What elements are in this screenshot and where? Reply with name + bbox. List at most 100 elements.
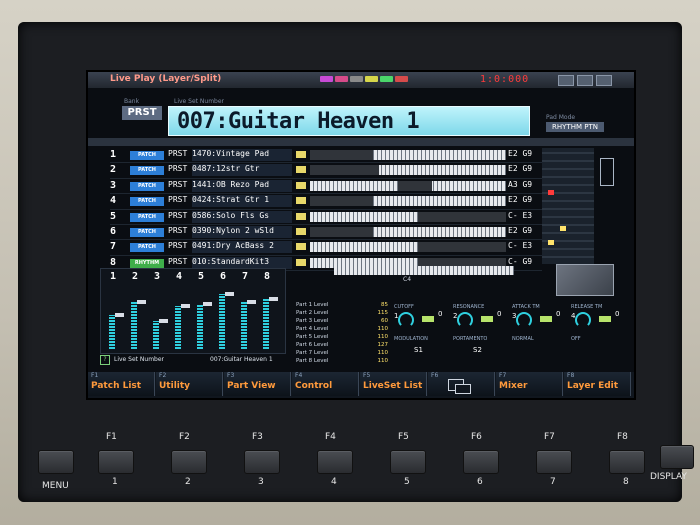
part-key-range[interactable] [310, 196, 506, 207]
fader-knob[interactable] [225, 292, 234, 296]
hardware-button-6[interactable] [463, 450, 499, 474]
part-row[interactable]: 3 PATCH PRST 1441:OB Rezo Pad A3 G9 [110, 179, 542, 195]
function-key-f2[interactable]: F2 Utility [156, 372, 223, 396]
mixer-channel[interactable]: 8 [259, 271, 279, 351]
part-name[interactable]: 0491:Dry AcBass 2 [192, 241, 292, 254]
part-row[interactable]: 1 PATCH PRST 1470:Vintage Pad E2 G9 [110, 148, 542, 164]
control-option[interactable]: PORTAMENTO S2 [453, 336, 509, 364]
control-option[interactable]: OFF [571, 336, 627, 364]
control-knob[interactable]: CUTOFF 1 0 [394, 304, 450, 332]
display-button[interactable] [660, 445, 694, 469]
part-row[interactable]: 2 PATCH PRST 0487:12str Gtr E2 G9 [110, 163, 542, 179]
mixer-channel[interactable]: 1 [105, 271, 125, 351]
part-row[interactable]: 4 PATCH PRST 0424:Strat Gtr 1 E2 G9 [110, 194, 542, 210]
hardware-button-7[interactable] [536, 450, 572, 474]
part-type-badge[interactable]: PATCH [130, 227, 164, 237]
part-name[interactable]: 0424:Strat Gtr 1 [192, 195, 292, 208]
window-icon[interactable] [558, 75, 574, 86]
part-name[interactable]: 010:StandardKit3 [192, 256, 292, 269]
mixer-channel[interactable]: 6 [215, 271, 235, 351]
hardware-button-8[interactable] [609, 450, 645, 474]
part-switch[interactable] [296, 243, 306, 251]
part-switch[interactable] [296, 258, 306, 266]
part-type-badge[interactable]: PATCH [130, 197, 164, 207]
part-key-range[interactable] [310, 226, 506, 237]
part-key-range[interactable] [310, 242, 506, 253]
mixer-channel[interactable]: 5 [193, 271, 213, 351]
function-key-f7[interactable]: F7 Mixer [496, 372, 563, 396]
hardware-button-4[interactable] [317, 450, 353, 474]
level-row[interactable]: Part 6 Level 127 [294, 342, 390, 350]
part-name[interactable]: 0487:12str Gtr [192, 164, 292, 177]
pad-mode-value[interactable]: RHYTHM PTN [546, 122, 604, 132]
part-switch[interactable] [296, 151, 306, 158]
help-icon[interactable]: ? [100, 355, 110, 365]
level-row[interactable]: Part 4 Level 110 [294, 326, 390, 334]
level-row[interactable]: Part 2 Level 115 [294, 310, 390, 318]
control-option[interactable]: MODULATION S1 [394, 336, 450, 364]
part-key-range[interactable] [310, 150, 506, 160]
part-name[interactable]: 1470:Vintage Pad [192, 149, 292, 161]
knob-dial-icon[interactable] [516, 312, 532, 328]
part-switch[interactable] [296, 227, 306, 235]
fader-knob[interactable] [247, 300, 256, 304]
fader-knob[interactable] [115, 313, 124, 317]
part-switch[interactable] [296, 212, 306, 220]
level-row[interactable]: Part 1 Level 85 [294, 302, 390, 310]
mixer-channel[interactable]: 2 [127, 271, 147, 351]
function-key-f8[interactable]: F8 Layer Edit [564, 372, 631, 396]
level-row[interactable]: Part 5 Level 110 [294, 334, 390, 342]
part-name[interactable]: 0586:Solo Fls Gs [192, 210, 292, 223]
function-key-f4[interactable]: F4 Control [292, 372, 359, 396]
function-key-f6[interactable]: F6 [428, 372, 495, 396]
window-icon[interactable] [596, 75, 612, 86]
part-switch[interactable] [296, 197, 306, 205]
menu-button[interactable] [38, 450, 74, 474]
part-type-badge[interactable]: PATCH [130, 181, 164, 191]
control-knob[interactable]: RESONANCE 2 0 [453, 304, 509, 332]
hardware-button-1[interactable] [98, 450, 134, 474]
mixer-channel[interactable]: 7 [237, 271, 257, 351]
control-option[interactable]: NORMAL [512, 336, 568, 364]
knob-dial-icon[interactable] [457, 312, 473, 328]
part-type-badge[interactable]: RHYTHM [130, 258, 164, 268]
part-switch[interactable] [296, 181, 306, 189]
part-row[interactable]: 7 PATCH PRST 0491:Dry AcBass 2 C- E3 [110, 240, 542, 256]
fader-knob[interactable] [181, 304, 190, 308]
part-type-badge[interactable]: PATCH [130, 243, 164, 253]
fader-knob[interactable] [203, 302, 212, 306]
part-row[interactable]: 5 PATCH PRST 0586:Solo Fls Gs C- E3 [110, 210, 542, 225]
fader-knob[interactable] [137, 300, 146, 304]
fader-knob[interactable] [159, 319, 168, 323]
part-type-badge[interactable]: PATCH [130, 151, 164, 160]
control-knob[interactable]: RELEASE TM 4 0 [571, 304, 627, 332]
part-key-range[interactable] [310, 211, 506, 222]
function-key-f3[interactable]: F3 Part View [224, 372, 291, 396]
part-name[interactable]: 1441:OB Rezo Pad [192, 179, 292, 192]
control-knob[interactable]: ATTACK TM 3 0 [512, 304, 568, 332]
part-key-range[interactable] [310, 165, 506, 176]
fader-knob[interactable] [269, 297, 278, 301]
live-set-name-field[interactable]: 007:Guitar Heaven 1 [168, 106, 530, 136]
part-key-range[interactable] [310, 180, 506, 191]
part-range-value: C- E3 [508, 210, 533, 220]
hardware-button-5[interactable] [390, 450, 426, 474]
mixer-channel[interactable]: 3 [149, 271, 169, 351]
window-icon[interactable] [577, 75, 593, 86]
level-row[interactable]: Part 7 Level 110 [294, 350, 390, 358]
bank-value[interactable]: PRST [122, 106, 162, 120]
mixer-channel[interactable]: 4 [171, 271, 191, 351]
hardware-button-3[interactable] [244, 450, 280, 474]
level-row[interactable]: Part 8 Level 110 [294, 358, 390, 366]
part-switch[interactable] [296, 166, 306, 174]
part-row[interactable]: 6 PATCH PRST 0390:Nylon 2 wSld E2 G9 [110, 225, 542, 241]
knob-dial-icon[interactable] [398, 312, 414, 328]
part-type-badge[interactable]: PATCH [130, 166, 164, 176]
level-row[interactable]: Part 3 Level 60 [294, 318, 390, 326]
function-key-f1[interactable]: F1 Patch List [88, 372, 155, 396]
part-name[interactable]: 0390:Nylon 2 wSld [192, 225, 292, 238]
function-key-f5[interactable]: F5 LiveSet List [360, 372, 427, 396]
hardware-button-2[interactable] [171, 450, 207, 474]
knob-dial-icon[interactable] [575, 312, 591, 328]
part-type-badge[interactable]: PATCH [130, 212, 164, 222]
